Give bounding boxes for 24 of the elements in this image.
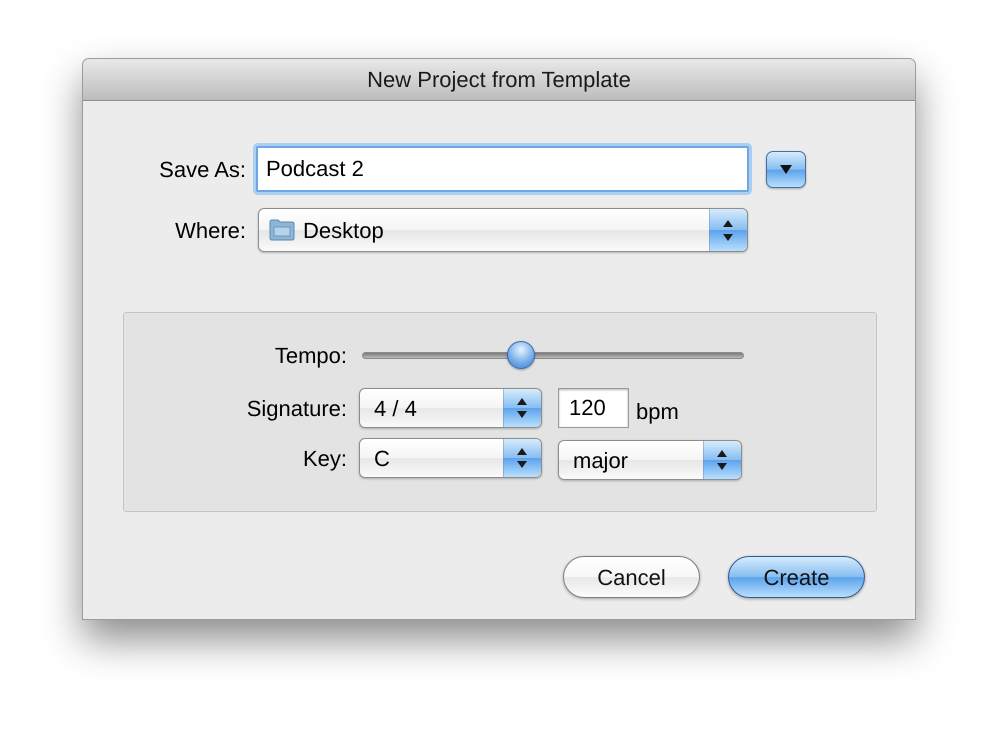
field-label: Signature: [246, 394, 347, 423]
signature-popup[interactable]: 4 / 4 [359, 388, 542, 428]
slider-thumb[interactable] [507, 341, 536, 369]
field-label: Tempo: [274, 342, 347, 370]
expand-button[interactable] [766, 150, 806, 188]
location-popup[interactable]: Desktop [258, 208, 748, 252]
unit-label: bpm [636, 398, 679, 426]
key-popup[interactable]: C [359, 438, 542, 478]
field-label: Key: [302, 444, 347, 473]
up-down-arrows-icon [503, 439, 541, 477]
default-button[interactable]: Create [728, 556, 865, 598]
field-label: Where: [175, 216, 246, 244]
mode-popup[interactable]: major [558, 440, 742, 480]
tempo-slider[interactable] [362, 341, 744, 369]
push-button[interactable]: Cancel [563, 556, 700, 598]
save-as-field[interactable]: Podcast 2 [256, 146, 749, 192]
bpm-field[interactable]: 120 [558, 388, 629, 428]
up-down-arrows-icon [503, 389, 541, 427]
triangle-down-icon [780, 164, 792, 174]
up-down-arrows-icon [703, 441, 741, 479]
field-label: Save As: [159, 156, 246, 184]
window-title: New Project from Template [367, 66, 631, 94]
folder-icon [269, 219, 295, 241]
up-down-arrows-icon [709, 209, 747, 251]
